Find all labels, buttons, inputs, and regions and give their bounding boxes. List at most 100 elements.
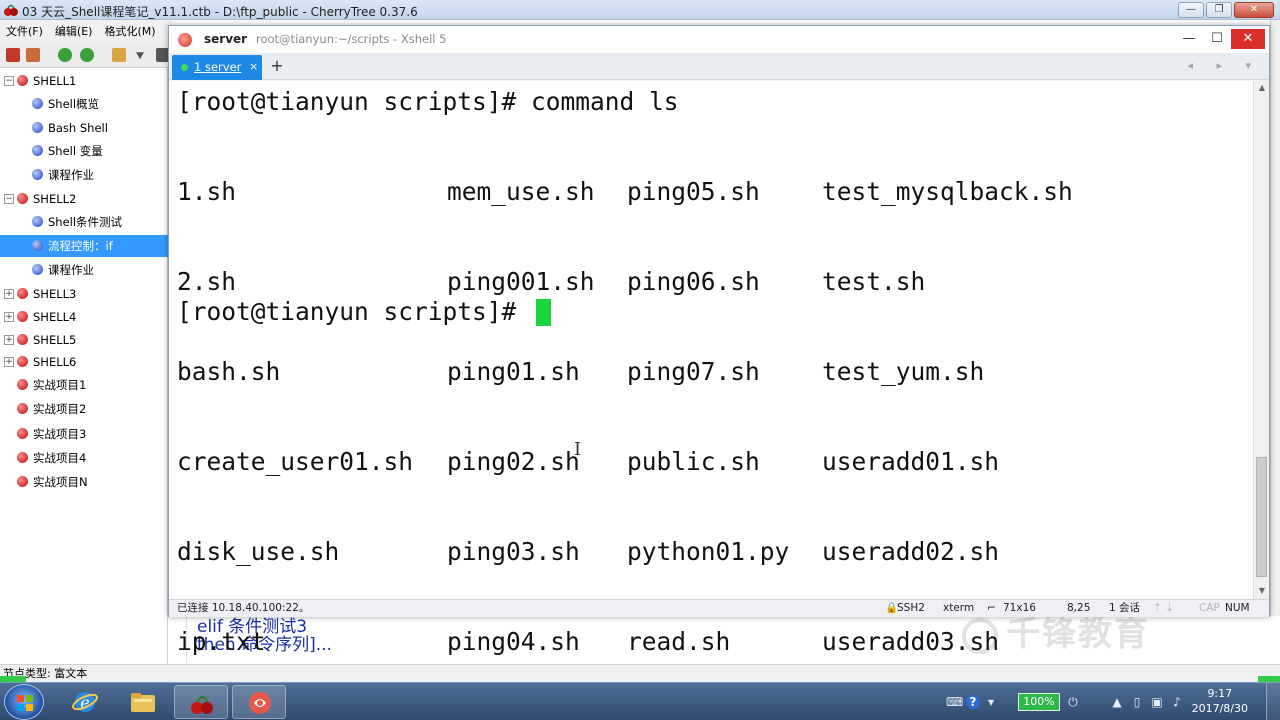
tree-node-label: Bash Shell: [48, 121, 108, 135]
tab-navigation[interactable]: ◂ ▸ ▾: [1187, 59, 1261, 72]
tree-node[interactable]: 课程作业: [0, 164, 168, 186]
xshell-titlebar: server root@tianyun:~/scripts - Xshell 5…: [169, 26, 1269, 53]
file-entry: 1.sh: [177, 177, 237, 206]
file-entry: ping07.sh: [627, 357, 760, 386]
tree-node-label: 实战项目4: [33, 451, 87, 465]
ls-column-2: mem_use.sh ping001.sh ping01.sh ping02.s…: [447, 117, 595, 717]
show-hidden-icons-icon[interactable]: ▲: [1110, 695, 1124, 709]
cherry-red-icon: [17, 403, 28, 414]
xshell-minimize-button[interactable]: —: [1175, 29, 1203, 49]
cherry-red-icon: [17, 452, 28, 463]
tree-node-label: SHELL1: [33, 74, 77, 88]
system-clock[interactable]: 9:17 2017/8/30: [1192, 686, 1248, 716]
expand-icon[interactable]: +: [4, 357, 14, 367]
connected-status-icon: [181, 64, 188, 71]
terminal-scrollbar[interactable]: ▲ ▼: [1253, 81, 1269, 599]
tree-node-label: 课程作业: [48, 263, 94, 277]
start-button[interactable]: [4, 684, 44, 720]
terminal-output[interactable]: [root@tianyun scripts]# command ls 1.sh …: [169, 81, 1253, 656]
xshell-maximize-button[interactable]: ☐: [1203, 29, 1231, 49]
file-entry: disk_use.sh: [177, 537, 340, 566]
tree-node[interactable]: 实战项目1: [0, 374, 168, 396]
scroll-down-icon[interactable]: ▼: [1254, 584, 1270, 598]
expand-icon[interactable]: +: [4, 289, 14, 299]
terminal-command-line: [root@tianyun scripts]# command ls: [177, 87, 679, 116]
power-plug-icon[interactable]: ⏻: [1066, 695, 1080, 709]
tree-node[interactable]: + SHELL4: [0, 306, 168, 328]
expand-icon[interactable]: +: [4, 312, 14, 322]
tree-node-label: Shell条件测试: [48, 215, 123, 229]
file-entry: ping04.sh: [447, 627, 580, 656]
connection-status: 已连接 10.18.40.100:22。: [177, 602, 310, 614]
tree-node[interactable]: 实战项目2: [0, 398, 168, 420]
file-entry: ping02.sh: [447, 447, 580, 476]
expand-icon[interactable]: +: [4, 335, 14, 345]
tree-node[interactable]: + SHELL5: [0, 329, 168, 351]
collapse-icon[interactable]: −: [4, 76, 14, 86]
tree-node[interactable]: Shell 变量: [0, 140, 168, 162]
tab-close-icon[interactable]: ×: [249, 60, 258, 73]
tree-node[interactable]: Shell条件测试: [0, 211, 168, 233]
ct-close-button[interactable]: ✕: [1234, 2, 1274, 18]
xshell-icon: [249, 692, 271, 714]
ct-maximize-button[interactable]: ❐: [1206, 2, 1232, 18]
back-icon[interactable]: [58, 48, 72, 62]
tree-node[interactable]: Shell概览: [0, 93, 168, 115]
add-subnode-icon[interactable]: [26, 48, 40, 62]
device-icon[interactable]: ▯: [1130, 695, 1144, 709]
add-node-icon[interactable]: [6, 48, 20, 62]
cherry-blue-icon: [32, 98, 43, 109]
keyboard-icon[interactable]: ⌨: [946, 695, 963, 709]
tray-dropdown-icon[interactable]: ▾: [984, 695, 998, 709]
tab-server[interactable]: 1 server ×: [172, 55, 262, 80]
scroll-up-icon[interactable]: ▲: [1254, 81, 1270, 95]
file-entry: mem_use.sh: [447, 177, 595, 206]
cherrytree-toolbar: [0, 42, 172, 68]
menu-file[interactable]: 文件(F): [6, 23, 43, 39]
menu-edit[interactable]: 编辑(E): [55, 23, 93, 39]
tree-node[interactable]: − SHELL1: [0, 70, 168, 92]
cherrytree-menubar: 文件(F) 编辑(E) 格式化(M): [0, 20, 172, 42]
tree-node[interactable]: + SHELL6: [0, 351, 168, 373]
show-desktop-button[interactable]: [1266, 683, 1280, 720]
tree-node[interactable]: + SHELL3: [0, 283, 168, 305]
ct-minimize-button[interactable]: —: [1178, 2, 1204, 18]
tree-node-label: 实战项目3: [33, 427, 87, 441]
taskbar-internet-explorer[interactable]: e: [58, 685, 112, 719]
tree-node-label: 流程控制：if: [48, 239, 113, 253]
taskbar-xshell[interactable]: [232, 685, 286, 719]
dropdown-arrow-icon[interactable]: [136, 52, 144, 60]
clock-date: 2017/8/30: [1191, 702, 1248, 715]
xshell-session-name: server: [204, 32, 248, 46]
taskbar-cherrytree[interactable]: [174, 685, 228, 719]
tree-node[interactable]: − SHELL2: [0, 188, 168, 210]
tree-node-label: SHELL3: [33, 287, 77, 301]
tree-node[interactable]: 流程控制：if: [0, 235, 168, 257]
ls-column-4: test_mysqlback.sh test.sh test_yum.sh us…: [822, 117, 1073, 717]
file-entry: test_yum.sh: [822, 357, 985, 386]
open-folder-icon[interactable]: [112, 48, 126, 62]
file-entry: ping06.sh: [627, 267, 760, 296]
collapse-icon[interactable]: −: [4, 194, 14, 204]
volume-icon[interactable]: ♪: [1170, 695, 1184, 709]
forward-icon[interactable]: [80, 48, 94, 62]
clock-time: 9:17: [1207, 687, 1233, 700]
cherry-red-icon: [17, 356, 28, 367]
xshell-close-button[interactable]: ✕: [1231, 29, 1265, 49]
taskbar-file-explorer[interactable]: [116, 685, 170, 719]
terminal-size-icon: ⌐: [987, 602, 996, 614]
tree-node[interactable]: 实战项目4: [0, 447, 168, 469]
network-icon[interactable]: ▣: [1150, 695, 1164, 709]
tree-node[interactable]: 实战项目3: [0, 423, 168, 445]
scroll-thumb[interactable]: [1256, 457, 1267, 577]
help-icon[interactable]: ?: [966, 695, 980, 709]
tree-node[interactable]: 课程作业: [0, 259, 168, 281]
tree-node[interactable]: 实战项目N: [0, 471, 168, 493]
battery-indicator[interactable]: 100%: [1018, 693, 1060, 711]
xshell-logo-icon: [178, 33, 192, 47]
new-tab-button[interactable]: +: [266, 56, 288, 78]
ls-column-1: 1.sh 2.sh bash.sh create_user01.sh disk_…: [177, 117, 413, 717]
tree-node[interactable]: Bash Shell: [0, 117, 168, 139]
xshell-statusbar: 已连接 10.18.40.100:22。 🔒 SSH2 xterm ⌐ 71x1…: [169, 599, 1269, 617]
menu-format[interactable]: 格式化(M): [104, 23, 155, 39]
